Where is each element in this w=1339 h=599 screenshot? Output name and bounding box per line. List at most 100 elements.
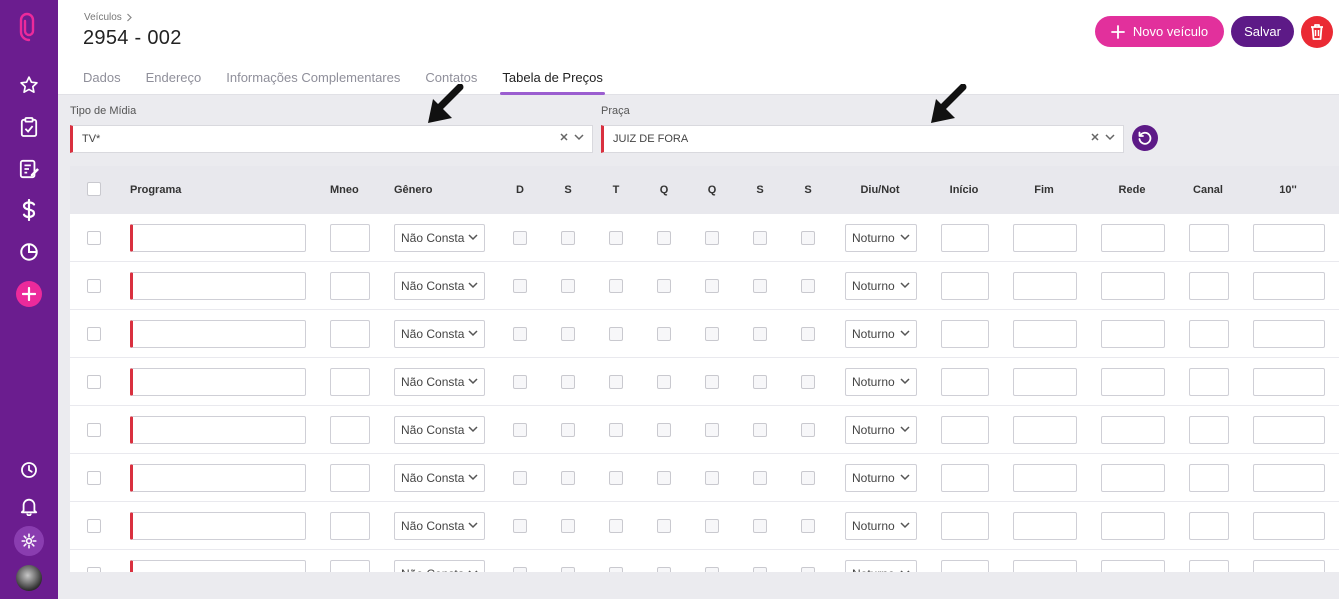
weekday-checkbox[interactable] [609, 375, 623, 389]
weekday-checkbox[interactable] [657, 327, 671, 341]
tab-tabela-de-precos[interactable]: Tabela de Preços [500, 68, 606, 95]
diu-not-select[interactable]: Noturno [845, 512, 917, 540]
diu-not-select[interactable]: Noturno [845, 368, 917, 396]
inicio-input[interactable] [941, 560, 989, 572]
edit-note-icon[interactable] [17, 157, 41, 181]
diu-not-select[interactable]: Noturno [845, 224, 917, 252]
genero-select[interactable]: Não Consta [394, 320, 485, 348]
mneo-input[interactable] [330, 224, 370, 252]
clock-icon[interactable] [17, 458, 41, 482]
mneo-input[interactable] [330, 320, 370, 348]
column-header[interactable]: Q [660, 184, 669, 196]
weekday-checkbox[interactable] [561, 519, 575, 533]
dollar-icon[interactable] [17, 198, 41, 222]
weekday-checkbox[interactable] [513, 375, 527, 389]
weekday-checkbox[interactable] [561, 567, 575, 572]
reset-button[interactable] [1132, 125, 1158, 151]
weekday-checkbox[interactable] [705, 231, 719, 245]
weekday-checkbox[interactable] [561, 327, 575, 341]
column-header[interactable]: T [613, 184, 620, 196]
weekday-checkbox[interactable] [609, 519, 623, 533]
programa-input[interactable] [130, 224, 306, 252]
price-10-input[interactable] [1253, 224, 1325, 252]
genero-select[interactable]: Não Consta [394, 272, 485, 300]
price-10-input[interactable] [1253, 464, 1325, 492]
weekday-checkbox[interactable] [705, 519, 719, 533]
mneo-input[interactable] [330, 272, 370, 300]
rede-input[interactable] [1101, 272, 1165, 300]
breadcrumb-link[interactable]: Veículos [84, 12, 122, 23]
programa-input[interactable] [130, 416, 306, 444]
weekday-checkbox[interactable] [657, 375, 671, 389]
programa-input[interactable] [130, 512, 306, 540]
weekday-checkbox[interactable] [753, 519, 767, 533]
weekday-checkbox[interactable] [753, 471, 767, 485]
column-header[interactable]: Início [950, 184, 979, 196]
weekday-checkbox[interactable] [609, 231, 623, 245]
weekday-checkbox[interactable] [705, 471, 719, 485]
programa-input[interactable] [130, 560, 306, 572]
weekday-checkbox[interactable] [657, 471, 671, 485]
delete-button[interactable] [1301, 16, 1333, 48]
weekday-checkbox[interactable] [561, 375, 575, 389]
weekday-checkbox[interactable] [657, 231, 671, 245]
price-10-input[interactable] [1253, 320, 1325, 348]
row-select-checkbox[interactable] [87, 471, 101, 485]
weekday-checkbox[interactable] [513, 279, 527, 293]
weekday-checkbox[interactable] [609, 567, 623, 572]
weekday-checkbox[interactable] [753, 423, 767, 437]
diu-not-select[interactable]: Noturno [845, 416, 917, 444]
new-vehicle-button[interactable]: Novo veículo [1095, 16, 1224, 47]
weekday-checkbox[interactable] [609, 471, 623, 485]
inicio-input[interactable] [941, 272, 989, 300]
column-header[interactable]: Programa [130, 184, 181, 196]
canal-input[interactable] [1189, 512, 1229, 540]
canal-input[interactable] [1189, 464, 1229, 492]
mneo-input[interactable] [330, 464, 370, 492]
weekday-checkbox[interactable] [801, 327, 815, 341]
weekday-checkbox[interactable] [753, 375, 767, 389]
paperclip-logo-icon[interactable] [17, 12, 41, 42]
weekday-checkbox[interactable] [561, 423, 575, 437]
column-header[interactable]: S [756, 184, 763, 196]
column-header[interactable]: S [564, 184, 571, 196]
inicio-input[interactable] [941, 416, 989, 444]
weekday-checkbox[interactable] [801, 423, 815, 437]
select-all-checkbox[interactable] [87, 182, 101, 196]
rede-input[interactable] [1101, 512, 1165, 540]
avatar[interactable] [16, 565, 42, 591]
weekday-checkbox[interactable] [801, 279, 815, 293]
weekday-checkbox[interactable] [609, 279, 623, 293]
bell-icon[interactable] [17, 494, 41, 518]
star-icon[interactable] [17, 73, 41, 97]
row-select-checkbox[interactable] [87, 375, 101, 389]
inicio-input[interactable] [941, 368, 989, 396]
chevron-down-icon[interactable] [574, 133, 584, 141]
tab-dados[interactable]: Dados [83, 68, 121, 95]
tab-endereco[interactable]: Endereço [146, 68, 202, 95]
tipo-midia-select[interactable]: TV* [70, 125, 593, 153]
rede-input[interactable] [1101, 464, 1165, 492]
diu-not-select[interactable]: Noturno [845, 272, 917, 300]
weekday-checkbox[interactable] [561, 231, 575, 245]
fim-input[interactable] [1013, 224, 1077, 252]
save-button[interactable]: Salvar [1231, 16, 1294, 47]
weekday-checkbox[interactable] [513, 327, 527, 341]
weekday-checkbox[interactable] [705, 423, 719, 437]
column-header[interactable]: Canal [1193, 184, 1223, 196]
genero-select[interactable]: Não Consta [394, 560, 485, 572]
mneo-input[interactable] [330, 368, 370, 396]
price-10-input[interactable] [1253, 368, 1325, 396]
inicio-input[interactable] [941, 320, 989, 348]
weekday-checkbox[interactable] [513, 567, 527, 572]
column-header[interactable]: Gênero [394, 184, 433, 196]
row-select-checkbox[interactable] [87, 279, 101, 293]
row-select-checkbox[interactable] [87, 519, 101, 533]
programa-input[interactable] [130, 320, 306, 348]
programa-input[interactable] [130, 272, 306, 300]
genero-select[interactable]: Não Consta [394, 464, 485, 492]
weekday-checkbox[interactable] [609, 327, 623, 341]
weekday-checkbox[interactable] [513, 423, 527, 437]
weekday-checkbox[interactable] [753, 279, 767, 293]
canal-input[interactable] [1189, 368, 1229, 396]
